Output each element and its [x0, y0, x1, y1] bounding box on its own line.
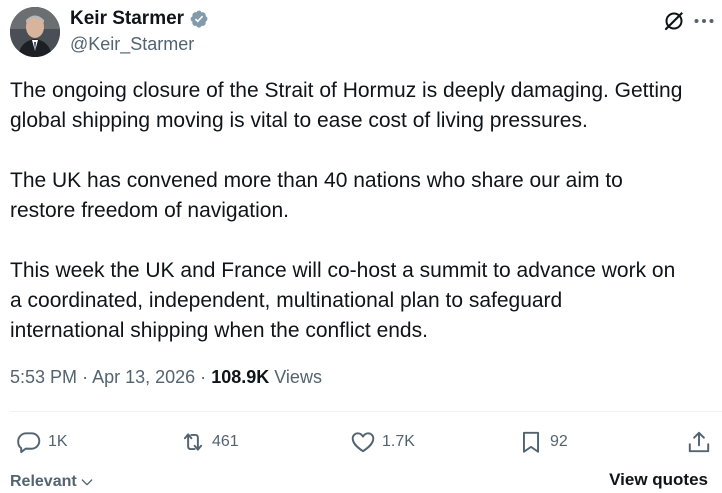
- views-label: Views: [274, 367, 322, 387]
- tweet-time[interactable]: 5:53 PM: [10, 367, 77, 387]
- author-handle[interactable]: @Keir_Starmer: [70, 34, 194, 55]
- meta-separator: ·: [82, 367, 89, 387]
- repost-icon: [183, 433, 203, 451]
- reply-count: 1K: [48, 433, 68, 450]
- tweet-paragraph: The ongoing closure of the Strait of Hor…: [10, 79, 683, 132]
- author-name-row: Keir Starmer: [70, 8, 209, 30]
- sort-replies-button[interactable]: Relevant: [10, 473, 95, 491]
- heart-icon: [351, 432, 375, 453]
- bookmark-button[interactable]: 92: [518, 424, 568, 460]
- chevron-down-icon: [81, 479, 93, 486]
- avatar[interactable]: [10, 7, 60, 57]
- share-button[interactable]: [686, 424, 712, 460]
- tweet-text: The ongoing closure of the Strait of Hor…: [10, 76, 715, 376]
- reply-button[interactable]: 1K: [16, 424, 68, 460]
- tweet-date[interactable]: Apr 13, 2026: [92, 367, 195, 387]
- author-display-name[interactable]: Keir Starmer: [70, 8, 184, 30]
- like-count: 1.7K: [382, 433, 415, 450]
- repost-button[interactable]: 461: [180, 424, 239, 460]
- tweet-meta: 5:53 PM · Apr 13, 2026 · 108.9K Views: [10, 367, 322, 388]
- tweet-paragraph: This week the UK and France will co-host…: [10, 259, 676, 342]
- avatar-image: [10, 7, 60, 57]
- bookmark-icon: [522, 431, 540, 453]
- more-options-icon[interactable]: [692, 9, 716, 33]
- views-count[interactable]: 108.9K: [211, 367, 269, 387]
- action-bar: 1K 461 1.7K 92: [0, 424, 722, 460]
- view-quotes-link[interactable]: View quotes: [609, 470, 708, 490]
- tweet-paragraph: The UK has convened more than 40 nations…: [10, 169, 623, 222]
- verified-badge-icon[interactable]: [189, 9, 209, 29]
- share-icon: [688, 431, 710, 453]
- reply-icon: [17, 432, 41, 454]
- divider: [10, 411, 722, 412]
- repost-count: 461: [212, 433, 239, 450]
- bookmark-count: 92: [550, 433, 568, 450]
- like-button[interactable]: 1.7K: [350, 424, 415, 460]
- meta-separator: ·: [200, 367, 207, 387]
- grok-icon[interactable]: [662, 9, 686, 33]
- sort-label: Relevant: [10, 473, 77, 490]
